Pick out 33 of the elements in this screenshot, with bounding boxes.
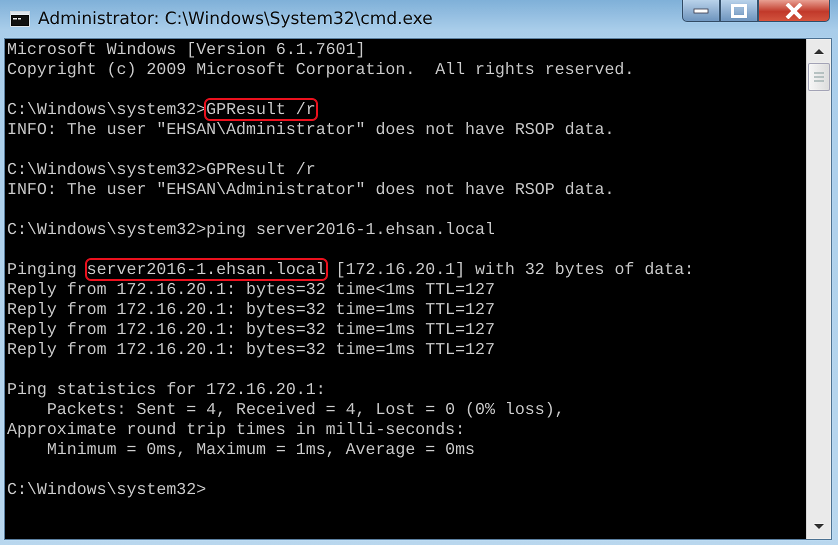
console-text: C:\Windows\system32> bbox=[7, 480, 206, 499]
circled-text: server2016-1.ehsan.local bbox=[84, 258, 328, 281]
scroll-up-icon[interactable] bbox=[813, 47, 825, 55]
console-text: Reply from 172.16.20.1: bytes=32 time=1ms TTL=127 bbox=[7, 340, 495, 359]
scroll-thumb[interactable] bbox=[808, 63, 830, 91]
scroll-down-icon[interactable] bbox=[813, 523, 825, 531]
window-title: Administrator: C:\Windows\System32\cmd.exe bbox=[38, 9, 434, 29]
console-icon bbox=[10, 11, 30, 27]
console-text: INFO: The user "EHSAN\Administrator" does not have RSOP data. bbox=[7, 180, 614, 199]
console-text: C:\Windows\system32>GPResult /r bbox=[7, 160, 316, 179]
maximize-button[interactable] bbox=[720, 0, 758, 22]
console-text: Microsoft Windows [Version 6.1.7601] bbox=[7, 40, 366, 59]
scrollbar[interactable] bbox=[806, 39, 831, 539]
console-text: Reply from 172.16.20.1: bytes=32 time=1ms TTL=127 bbox=[7, 300, 495, 319]
console-text: Packets: Sent = 4, Received = 4, Lost = 0 (0% loss), bbox=[46, 400, 565, 419]
console-text: INFO: The user "EHSAN\Administrator" does not have RSOP data. bbox=[7, 120, 614, 139]
close-button[interactable] bbox=[758, 0, 830, 22]
console-text: Copyright (c) 2009 Microsoft Corporation. All rights reserved. bbox=[7, 60, 634, 79]
minimize-icon bbox=[693, 8, 709, 14]
console-text: [172.16.20.1] with 32 bytes of data: bbox=[334, 260, 694, 279]
close-icon bbox=[785, 2, 803, 18]
console-text: C:\Windows\system32>ping server2016-1.ehsan.local bbox=[7, 220, 495, 239]
console-text: Reply from 172.16.20.1: bytes=32 time<1ms TTL=127 bbox=[7, 280, 495, 299]
console-text: Approximate round trip times in milli-seconds: bbox=[7, 420, 466, 439]
console-text: Reply from 172.16.20.1: bytes=32 time=1ms TTL=127 bbox=[7, 320, 495, 339]
grip-icon bbox=[813, 71, 825, 83]
circled-text: GPResult /r bbox=[204, 98, 318, 121]
console-text: Pinging bbox=[7, 260, 78, 279]
maximize-icon bbox=[731, 4, 747, 18]
minimize-button[interactable] bbox=[682, 0, 720, 22]
console-text: Minimum = 0ms, Maximum = 1ms, Average = 0ms bbox=[46, 440, 476, 459]
console-text: C:\Windows\system32> bbox=[7, 100, 206, 119]
console-text: Ping statistics for 172.16.20.1: bbox=[7, 380, 326, 399]
